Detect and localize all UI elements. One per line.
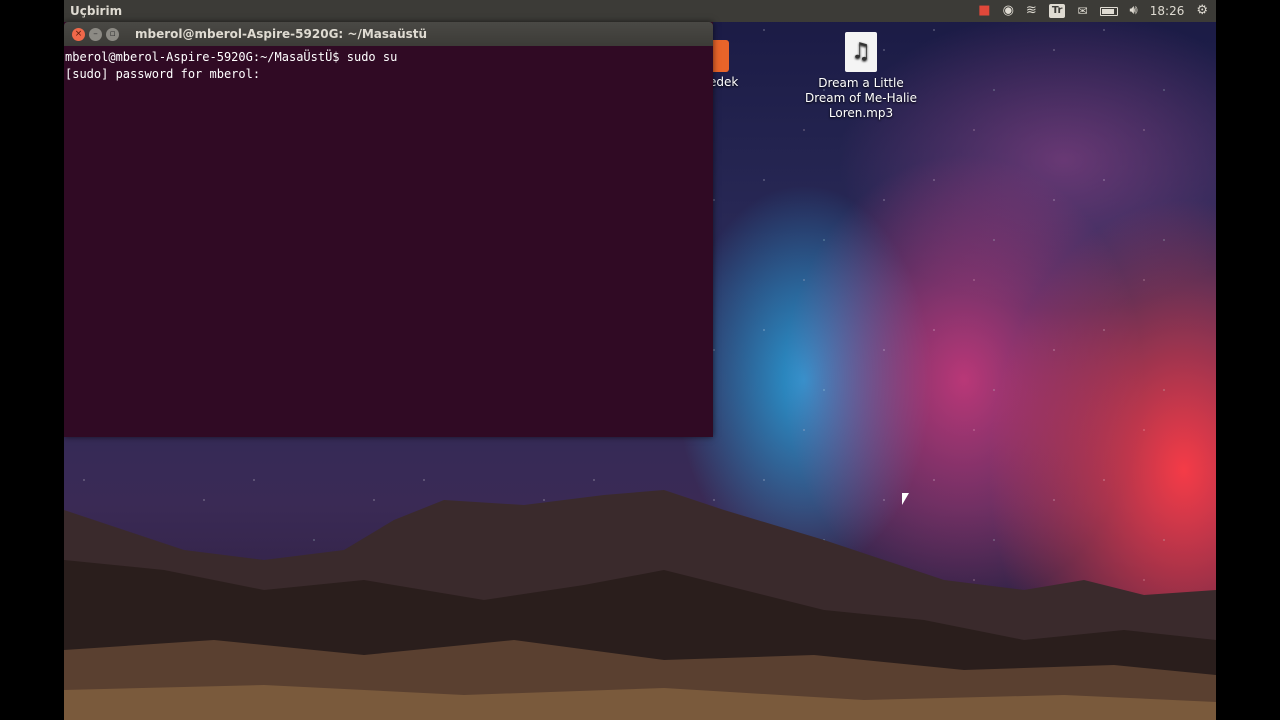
keyboard-icon[interactable]: Tr: [1048, 4, 1066, 18]
terminal-titlebar[interactable]: × – ▫ mberol@mberol-Aspire-5920G: ~/Masa…: [64, 22, 713, 46]
indicator-area: ■ ◉ ≋ Tr ✉ 🔊︎ 18:26 ⚙: [978, 0, 1216, 22]
clock[interactable]: 18:26: [1150, 4, 1185, 18]
battery-icon[interactable]: [1099, 6, 1118, 16]
desktop-icon-music-file[interactable]: ♫ Dream a Little Dream of Me-Halie Loren…: [801, 32, 921, 121]
maximize-icon[interactable]: ▫: [106, 27, 119, 41]
gear-icon[interactable]: ⚙: [1196, 0, 1208, 22]
terminal-line: mberol@mberol-Aspire-5920G:~/MasaÜstÜ$ s…: [65, 50, 398, 64]
desktop-screen: edek ♫ Dream a Little Dream of Me-Halie …: [64, 0, 1216, 720]
record-icon[interactable]: ■: [978, 0, 990, 22]
terminal-window[interactable]: × – ▫ mberol@mberol-Aspire-5920G: ~/Masa…: [64, 22, 713, 437]
close-icon[interactable]: ×: [72, 27, 85, 41]
wifi-icon[interactable]: ≋: [1026, 0, 1037, 22]
volume-icon[interactable]: 🔊︎: [1130, 0, 1138, 22]
terminal-line: [sudo] password for mberol:: [65, 67, 261, 81]
mouse-cursor-icon: [902, 493, 909, 505]
mail-icon[interactable]: ✉: [1077, 0, 1087, 22]
active-app-name[interactable]: Uçbirim: [64, 4, 122, 18]
minimize-icon[interactable]: –: [89, 27, 102, 41]
partial-icon-label[interactable]: edek: [709, 75, 738, 89]
music-file-label-line3: Loren.mp3: [828, 106, 894, 120]
mountains-landscape: [64, 490, 1216, 720]
terminal-output[interactable]: mberol@mberol-Aspire-5920G:~/MasaÜstÜ$ s…: [64, 46, 713, 83]
music-file-icon: ♫: [845, 32, 877, 72]
music-file-label-line1: Dream a Little: [818, 76, 904, 90]
music-file-label-line2: Dream of Me-Halie: [804, 91, 918, 105]
top-panel: Uçbirim ■ ◉ ≋ Tr ✉ 🔊︎ 18:26 ⚙: [64, 0, 1216, 22]
terminal-title: mberol@mberol-Aspire-5920G: ~/Masaüstü: [135, 27, 428, 41]
chrome-icon[interactable]: ◉: [1003, 0, 1014, 22]
